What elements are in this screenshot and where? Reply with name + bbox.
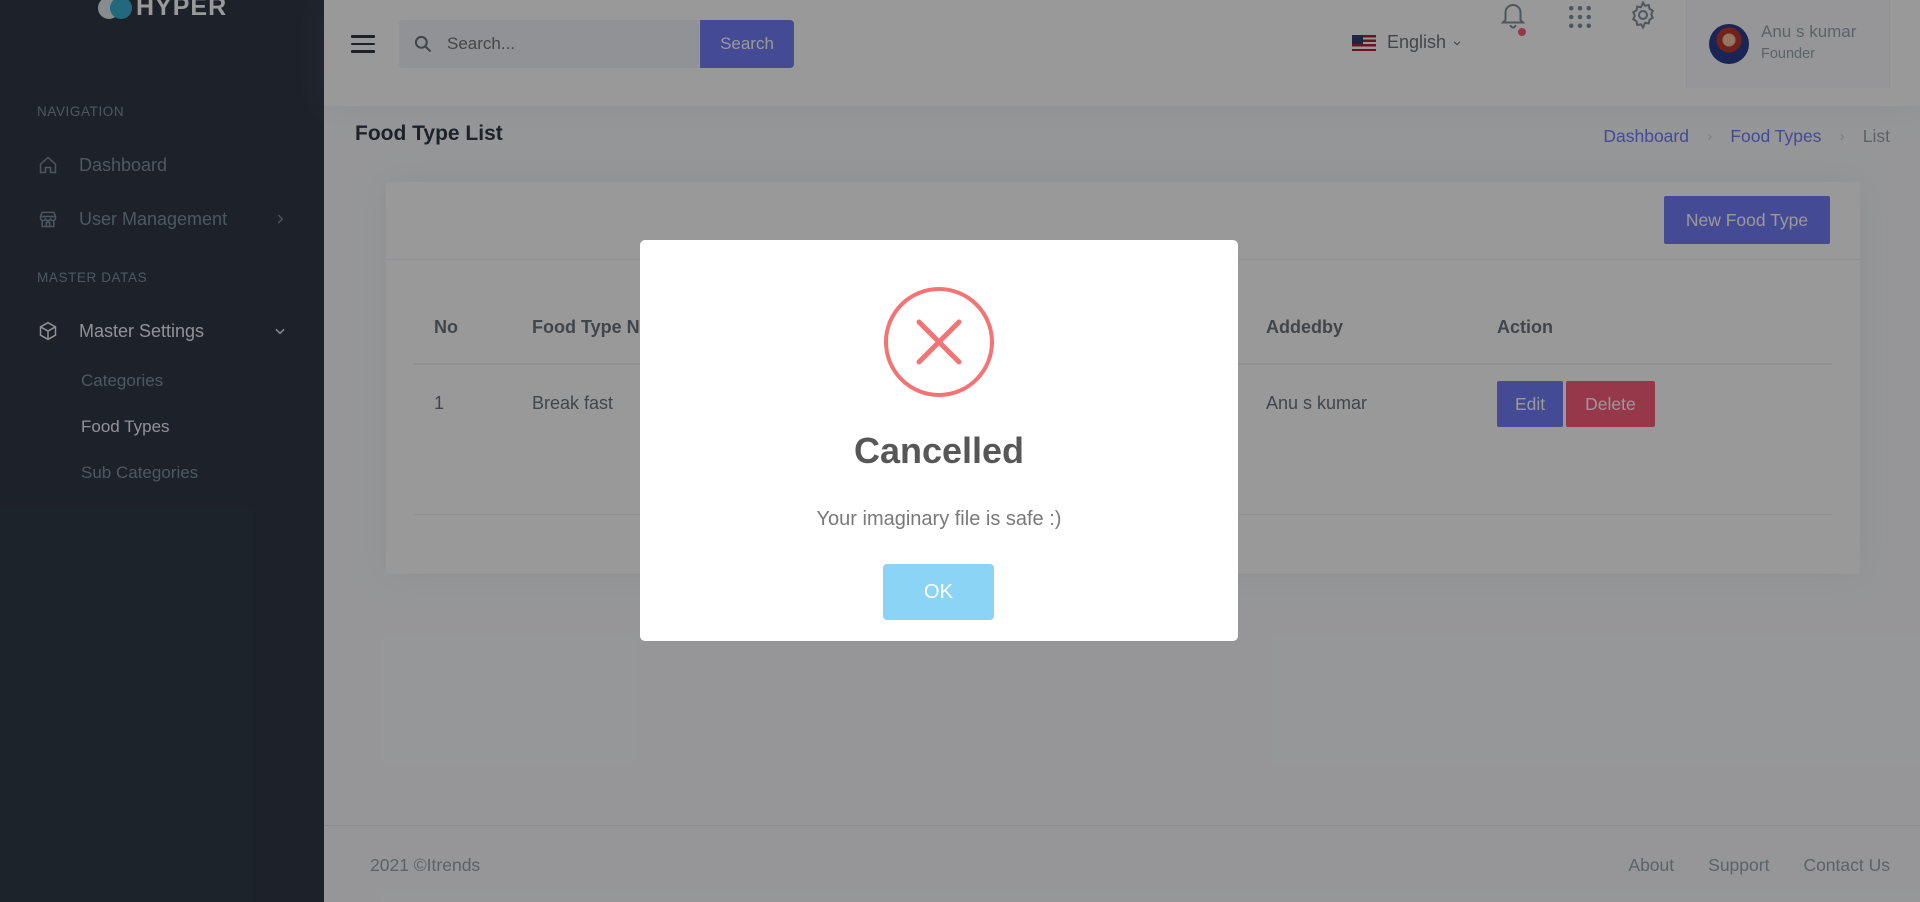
alert-dialog: Cancelled Your imaginary file is safe :)… xyxy=(640,240,1238,641)
dialog-title: Cancelled xyxy=(853,430,1025,471)
ok-button[interactable]: OK xyxy=(883,564,994,620)
dialog-message: Your imaginary file is safe :) xyxy=(816,508,1062,530)
error-x-icon xyxy=(884,287,994,397)
